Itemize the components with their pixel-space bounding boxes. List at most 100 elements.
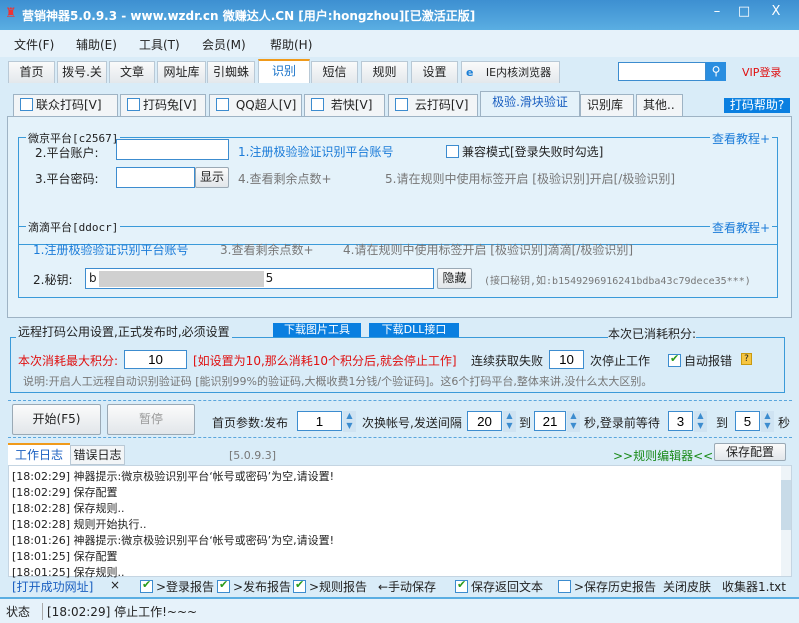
log-line: [18:01:25] 保存配置: [12, 550, 118, 563]
interval-max-input[interactable]: [534, 411, 566, 431]
login-report-checkbox[interactable]: >登录报告: [140, 578, 214, 595]
register-link[interactable]: 1.注册极验验证识别平台账号: [33, 241, 188, 258]
subtab-geetest[interactable]: 极验.滑块验证: [480, 91, 580, 117]
group-title: 滴滴平台[ddocr]: [26, 219, 121, 235]
password-input[interactable]: [116, 167, 195, 188]
checkbox[interactable]: [446, 145, 459, 158]
save-text-checkbox[interactable]: 保存返回文本: [455, 578, 543, 595]
key-start: b: [89, 271, 97, 285]
hide-key-button[interactable]: 隐藏: [437, 268, 472, 289]
tutorial-link[interactable]: 查看教程+: [710, 219, 773, 236]
fail-count-input[interactable]: [549, 350, 584, 369]
search-button[interactable]: ⚲: [706, 62, 726, 81]
compat-mode-checkbox[interactable]: 兼容模式[登录失败时勾选]: [446, 143, 603, 160]
tab-sms[interactable]: 短信: [311, 61, 358, 83]
app-logo-icon: ♜: [5, 6, 17, 21]
checkbox[interactable]: [668, 352, 681, 367]
spinner[interactable]: ▲ ▼: [503, 411, 516, 432]
checkbox[interactable]: [395, 98, 408, 111]
wait-min-input[interactable]: [668, 411, 693, 431]
open-url-link[interactable]: [打开成功网址]: [12, 578, 93, 595]
save-config-button[interactable]: 保存配置: [714, 443, 786, 461]
menu-file[interactable]: 文件(F): [14, 36, 54, 53]
subtab-qq[interactable]: QQ超人[V]: [209, 94, 302, 116]
subtab-library[interactable]: 识别库: [580, 94, 634, 116]
account-input[interactable]: [116, 139, 229, 160]
tab-settings[interactable]: 设置: [411, 61, 458, 83]
log-scrollbar[interactable]: [781, 466, 791, 576]
download-dll-button[interactable]: 下载DLL接口: [369, 323, 459, 337]
spinner[interactable]: ▲ ▼: [761, 411, 774, 432]
checkbox[interactable]: [20, 98, 33, 111]
fail-label: 连续获取失败: [471, 354, 544, 368]
close-skin-button[interactable]: 关闭皮肤: [663, 578, 711, 595]
rule-editor-link[interactable]: >>规则编辑器<<: [613, 447, 713, 464]
close-button[interactable]: X: [764, 4, 788, 24]
log-line: [18:01:26] 神器提示:微京极验识别平台‘帐号或密码’为空,请设置!: [12, 534, 335, 547]
checkbox[interactable]: [127, 98, 140, 111]
minimize-button[interactable]: –: [705, 4, 729, 24]
register-link[interactable]: 1.注册极验验证识别平台账号: [238, 143, 393, 160]
interval-min-input[interactable]: [467, 411, 502, 431]
subtab-other[interactable]: 其他..: [636, 94, 683, 116]
pause-button[interactable]: 暂停: [107, 404, 195, 435]
spinner[interactable]: ▲ ▼: [694, 411, 707, 432]
vip-login-link[interactable]: VIP登录: [742, 64, 781, 80]
search-input[interactable]: [618, 62, 706, 81]
scrollbar-thumb[interactable]: [781, 480, 791, 530]
rule-tip: 4.请在规则中使用标签开启 [极验识别]滴滴[/极验识别]: [343, 243, 634, 257]
spinner[interactable]: ▲ ▼: [343, 411, 356, 432]
subtab-ruokuai[interactable]: 若快[V]: [304, 94, 385, 116]
subtab-yundama[interactable]: 云打码[V]: [388, 94, 478, 116]
help-button[interactable]: 打码帮助?: [724, 98, 790, 113]
menu-tools[interactable]: 工具(T): [139, 36, 180, 53]
check-points-link[interactable]: 3.查看剩余点数+: [220, 241, 314, 258]
maximize-button[interactable]: □: [732, 4, 756, 24]
checkbox[interactable]: [311, 98, 324, 111]
collector-button[interactable]: 收集器1.txt: [722, 578, 786, 595]
auto-report-checkbox[interactable]: 自动报错: [668, 352, 732, 369]
tab-recognize[interactable]: 识别: [258, 59, 310, 83]
manual-save-button[interactable]: ←手动保存: [378, 578, 436, 595]
download-image-tool-button[interactable]: 下载图片工具: [273, 323, 361, 337]
tab-urls[interactable]: 网址库: [157, 61, 206, 83]
subtab-label: QQ超人[V]: [235, 98, 297, 112]
publish-report-checkbox[interactable]: >发布报告: [217, 578, 291, 595]
tab-error-log[interactable]: 错误日志: [70, 445, 125, 465]
status-text: [18:02:29] 停止工作!~~~: [42, 603, 197, 620]
checkbox[interactable]: [140, 578, 153, 593]
spinner[interactable]: ▲ ▼: [567, 411, 580, 432]
checkbox[interactable]: [455, 578, 468, 593]
subtab-lianzhong[interactable]: 联众打码[V]: [13, 94, 118, 116]
tab-dial[interactable]: 拨号.关: [57, 61, 107, 83]
help-icon[interactable]: ?: [741, 353, 752, 365]
show-password-button[interactable]: 显示: [195, 167, 229, 188]
tab-home[interactable]: 首页: [8, 61, 55, 83]
tab-rules[interactable]: 规则: [361, 61, 408, 83]
checkbox[interactable]: [217, 578, 230, 593]
check-points-link[interactable]: 4.查看剩余点数+: [238, 170, 332, 187]
rule-report-checkbox[interactable]: >规则报告: [293, 578, 367, 595]
menu-member[interactable]: 会员(M): [202, 36, 246, 53]
clear-button[interactable]: ×: [110, 578, 120, 592]
menu-assist[interactable]: 辅助(E): [76, 36, 117, 53]
publish-count-input[interactable]: [297, 411, 342, 431]
checkbox[interactable]: [293, 578, 306, 593]
history-report-checkbox[interactable]: >保存历史报告: [558, 578, 656, 595]
param-label: 首页参数:发布: [212, 416, 289, 430]
checkbox[interactable]: [558, 580, 571, 593]
start-button[interactable]: 开始(F5): [12, 404, 101, 435]
menu-help[interactable]: 帮助(H): [270, 36, 312, 53]
fail-suffix: 次停止工作: [590, 354, 651, 368]
subtab-damatu[interactable]: 打码兔[V]: [120, 94, 206, 116]
secret-key-input[interactable]: b5: [85, 268, 434, 289]
tutorial-link[interactable]: 查看教程+: [710, 130, 773, 147]
max-points-input[interactable]: [124, 350, 187, 369]
checkbox[interactable]: [216, 98, 229, 111]
tab-ie-browser[interactable]: e IE内核浏览器: [461, 61, 560, 83]
tab-work-log[interactable]: 工作日志: [8, 443, 70, 465]
wait-max-input[interactable]: [735, 411, 760, 431]
tab-spider[interactable]: 引蜘蛛: [207, 61, 255, 83]
tab-article[interactable]: 文章: [109, 61, 155, 83]
subtab-label: 若快[V]: [330, 98, 373, 112]
